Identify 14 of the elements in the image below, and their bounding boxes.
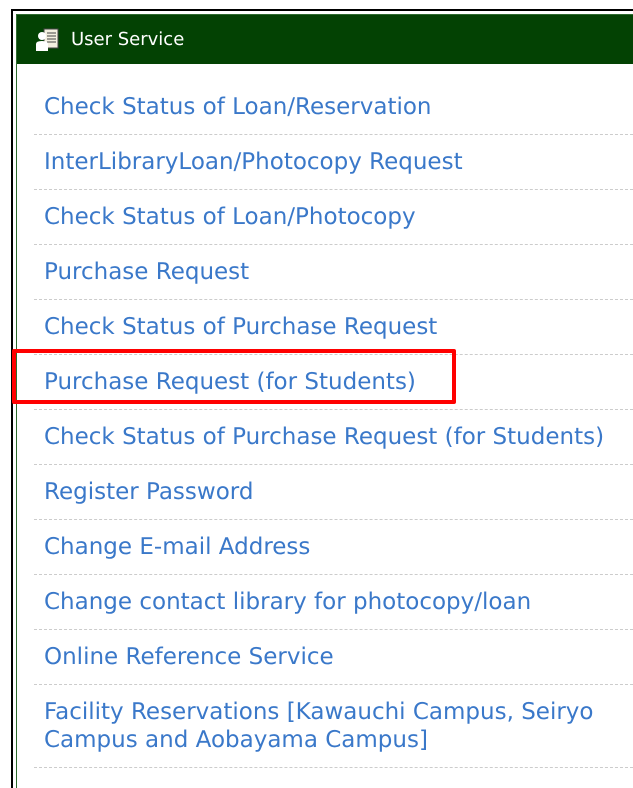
service-link[interactable]: Register Password [44, 478, 254, 506]
service-link[interactable]: Check Status of Loan/Reservation [44, 93, 432, 121]
service-link[interactable]: Facility Reservations [Kawauchi Campus, Seiryo Campus and Aobayama Campus] [44, 698, 609, 754]
service-link[interactable]: Purchase Request [44, 258, 250, 286]
panel-title: User Service [71, 29, 184, 50]
service-link[interactable]: Change E-mail Address [44, 533, 310, 561]
service-link[interactable]: Online Reference Service [44, 643, 334, 671]
service-link[interactable]: Check Status of Loan/Photocopy [44, 203, 416, 231]
service-link[interactable]: Check Status of Purchase Request [44, 313, 438, 341]
service-link[interactable]: Change contact library for photocopy/loan [44, 588, 532, 616]
service-link[interactable]: Purchase Request (for Students) [44, 368, 416, 396]
service-link[interactable]: Check Status of Purchase Request (for Students) [44, 423, 604, 451]
person-document-icon [35, 26, 61, 52]
service-link[interactable]: InterLibraryLoan/Photocopy Request [44, 148, 463, 176]
